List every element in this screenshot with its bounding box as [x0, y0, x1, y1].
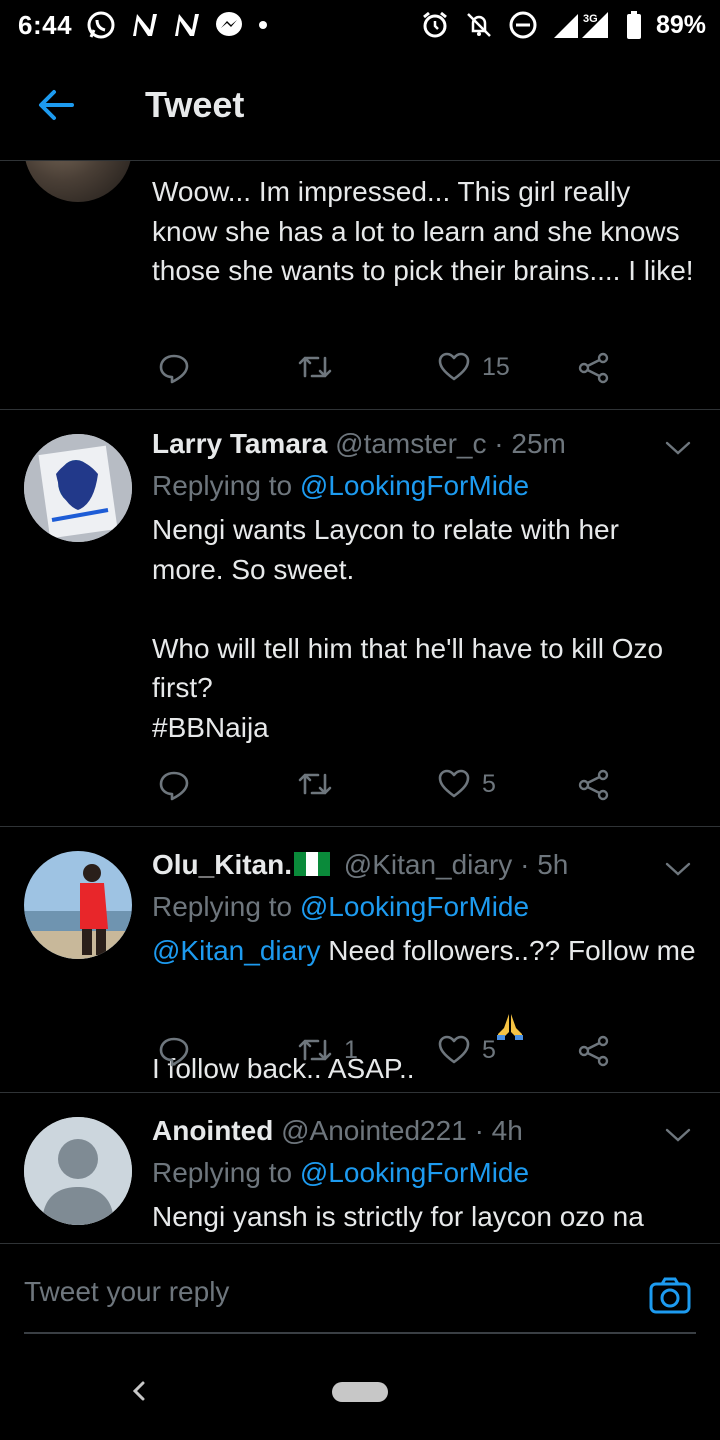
- bell-off-icon: [464, 10, 494, 40]
- messenger-icon: [214, 10, 244, 40]
- share-icon: [578, 1035, 609, 1067]
- tweet-card[interactable]: Larry Tamara @tamster_c · 25m Replying t…: [0, 410, 720, 827]
- tweet-actions: 1 5: [152, 1035, 622, 1075]
- mention-link[interactable]: @LookingForMide: [300, 891, 529, 922]
- author-name[interactable]: Olu_Kitan.: [152, 849, 292, 880]
- camera-button[interactable]: [648, 1274, 692, 1318]
- reply-button[interactable]: [158, 769, 190, 801]
- heart-icon: [438, 769, 470, 798]
- avatar[interactable]: [24, 160, 132, 202]
- share-icon: [578, 352, 609, 384]
- author-name[interactable]: Larry Tamara: [152, 428, 327, 459]
- camera-icon: [649, 1277, 691, 1314]
- chevron-down-icon[interactable]: [664, 859, 692, 879]
- like-button[interactable]: 15: [438, 352, 510, 382]
- tweet-text: Nengi yansh is strictly for laycon ozo n…: [152, 1201, 644, 1232]
- mention-link[interactable]: @LookingForMide: [300, 470, 529, 501]
- tweet-card[interactable]: Woow... Im impressed... This girl really…: [0, 160, 720, 410]
- author-name[interactable]: Anointed: [152, 1115, 273, 1146]
- retweet-icon: [298, 773, 332, 795]
- tweet-time: · 25m: [494, 428, 566, 459]
- tweet-actions: 5: [152, 769, 622, 809]
- like-button[interactable]: 5: [438, 769, 496, 799]
- tweet-text: Nengi wants Laycon to relate with her mo…: [152, 514, 664, 703]
- dnd-icon: [508, 10, 538, 40]
- dot-icon: [258, 20, 268, 30]
- retweet-count: 1: [344, 1035, 358, 1064]
- like-button[interactable]: 5: [438, 1035, 496, 1065]
- chevron-down-icon[interactable]: [664, 1125, 692, 1145]
- signal-icon: 3G: [552, 10, 612, 40]
- battery-percent: 89%: [655, 10, 706, 39]
- alarm-icon: [420, 10, 450, 40]
- reply-composer: Tweet your reply: [0, 1243, 720, 1364]
- default-avatar-icon: [24, 1117, 132, 1225]
- nigeria-flag-icon: [294, 852, 331, 876]
- share-button[interactable]: [578, 1035, 610, 1067]
- heart-icon: [438, 1035, 470, 1064]
- system-back-button[interactable]: [128, 1380, 150, 1402]
- like-count: 15: [482, 352, 510, 381]
- tweet-card[interactable]: Olu_Kitan. @Kitan_diary · 5h Replying to…: [0, 827, 720, 1093]
- status-bar: 6:44 3G 89%: [0, 0, 720, 50]
- reply-button[interactable]: [158, 1035, 190, 1067]
- avatar[interactable]: [24, 434, 132, 542]
- tweet-card[interactable]: Anointed @Anointed221 · 4h Replying to @…: [0, 1093, 720, 1243]
- share-icon: [578, 769, 609, 801]
- tweet-actions: 15: [152, 352, 622, 392]
- mention-link[interactable]: @LookingForMide: [300, 1157, 529, 1188]
- retweet-button[interactable]: [298, 769, 332, 799]
- replying-to: Replying to @LookingForMide: [152, 889, 696, 925]
- author-handle[interactable]: @Anointed221: [281, 1115, 467, 1146]
- mention-link[interactable]: @Kitan_diary: [152, 935, 321, 966]
- page-title: Tweet: [145, 84, 245, 125]
- replying-prefix: Replying to: [152, 470, 293, 501]
- tweet-header: Larry Tamara @tamster_c · 25m: [152, 426, 696, 462]
- n-app-icon: [172, 12, 200, 38]
- replying-prefix: Replying to: [152, 1157, 293, 1188]
- reply-icon: [159, 354, 189, 384]
- tweet-time: · 4h: [474, 1115, 523, 1146]
- author-handle[interactable]: @Kitan_diary: [344, 849, 513, 880]
- system-nav-bar: [0, 1363, 720, 1440]
- reply-button[interactable]: [158, 352, 190, 384]
- replying-to: Replying to @LookingForMide: [152, 468, 696, 504]
- reply-input-underline: [24, 1332, 696, 1334]
- like-count: 5: [482, 769, 496, 798]
- status-time: 6:44: [18, 9, 73, 40]
- battery-icon: [626, 11, 642, 39]
- reply-input[interactable]: Tweet your reply: [24, 1276, 229, 1308]
- reply-icon: [159, 1037, 189, 1067]
- tweet-header: Anointed @Anointed221 · 4h: [152, 1113, 696, 1149]
- whatsapp-icon: [86, 10, 116, 40]
- reply-feed[interactable]: Woow... Im impressed... This girl really…: [0, 160, 720, 1243]
- author-handle[interactable]: @tamster_c: [335, 428, 486, 459]
- avatar[interactable]: [24, 1117, 132, 1225]
- retweet-icon: [298, 1039, 332, 1061]
- tweet-header: Olu_Kitan. @Kitan_diary · 5h: [152, 847, 696, 883]
- tweet-time: · 5h: [520, 849, 569, 880]
- replying-prefix: Replying to: [152, 891, 293, 922]
- arrow-left-icon: [39, 90, 74, 120]
- retweet-icon: [298, 356, 332, 378]
- heart-icon: [438, 352, 470, 381]
- hashtag-link[interactable]: #BBNaija: [152, 708, 696, 748]
- app-bar: Tweet: [0, 50, 720, 161]
- back-button[interactable]: [0, 50, 112, 160]
- share-button[interactable]: [578, 352, 610, 384]
- home-pill[interactable]: [332, 1382, 388, 1402]
- like-count: 5: [482, 1035, 496, 1064]
- chevron-down-icon[interactable]: [664, 438, 692, 458]
- retweet-button[interactable]: [298, 352, 332, 382]
- avatar[interactable]: [24, 851, 132, 959]
- n-app-icon: [130, 12, 158, 38]
- reply-icon: [159, 771, 189, 801]
- tweet-text: Woow... Im impressed... This girl really…: [152, 176, 694, 286]
- svg-text:3G: 3G: [583, 13, 598, 25]
- share-button[interactable]: [578, 769, 610, 801]
- chevron-left-icon: [132, 1381, 145, 1401]
- replying-to: Replying to @LookingForMide: [152, 1155, 696, 1191]
- retweet-button[interactable]: 1: [298, 1035, 358, 1065]
